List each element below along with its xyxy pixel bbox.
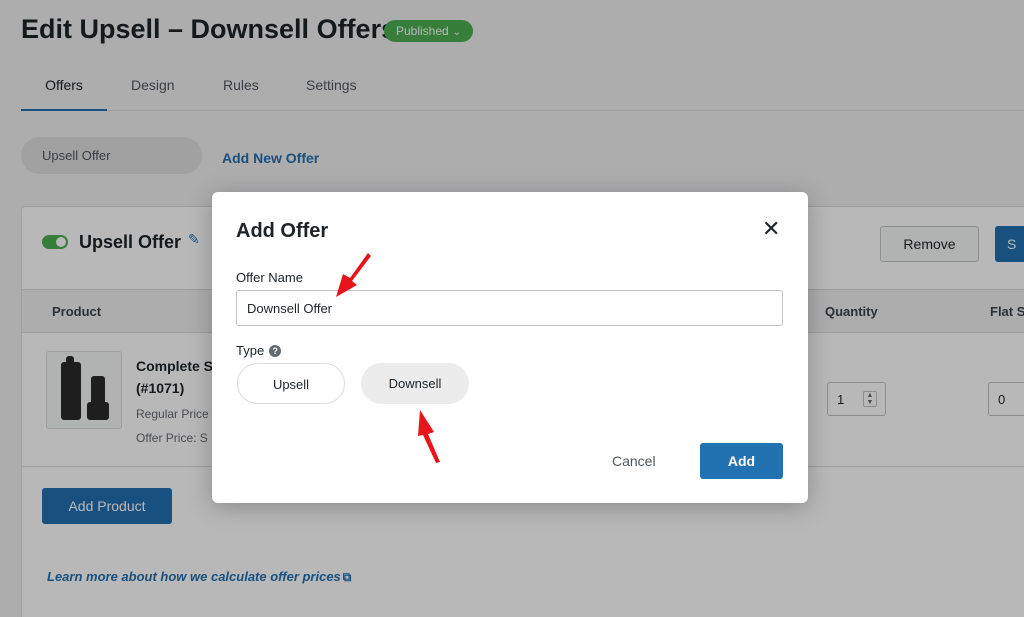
modal-title: Add Offer (236, 220, 329, 242)
help-icon[interactable]: ? (269, 345, 282, 357)
type-label: Type? (236, 343, 282, 358)
cancel-button[interactable]: Cancel (612, 453, 656, 469)
offer-name-label: Offer Name (236, 270, 303, 285)
close-icon[interactable]: ✕ (762, 218, 780, 240)
type-option-downsell[interactable]: Downsell (361, 363, 469, 404)
add-button[interactable]: Add (700, 443, 783, 479)
type-option-upsell[interactable]: Upsell (237, 363, 345, 404)
offer-name-input[interactable] (236, 290, 783, 326)
add-offer-modal: Add Offer ✕ Offer Name Type? Upsell Down… (212, 192, 808, 503)
